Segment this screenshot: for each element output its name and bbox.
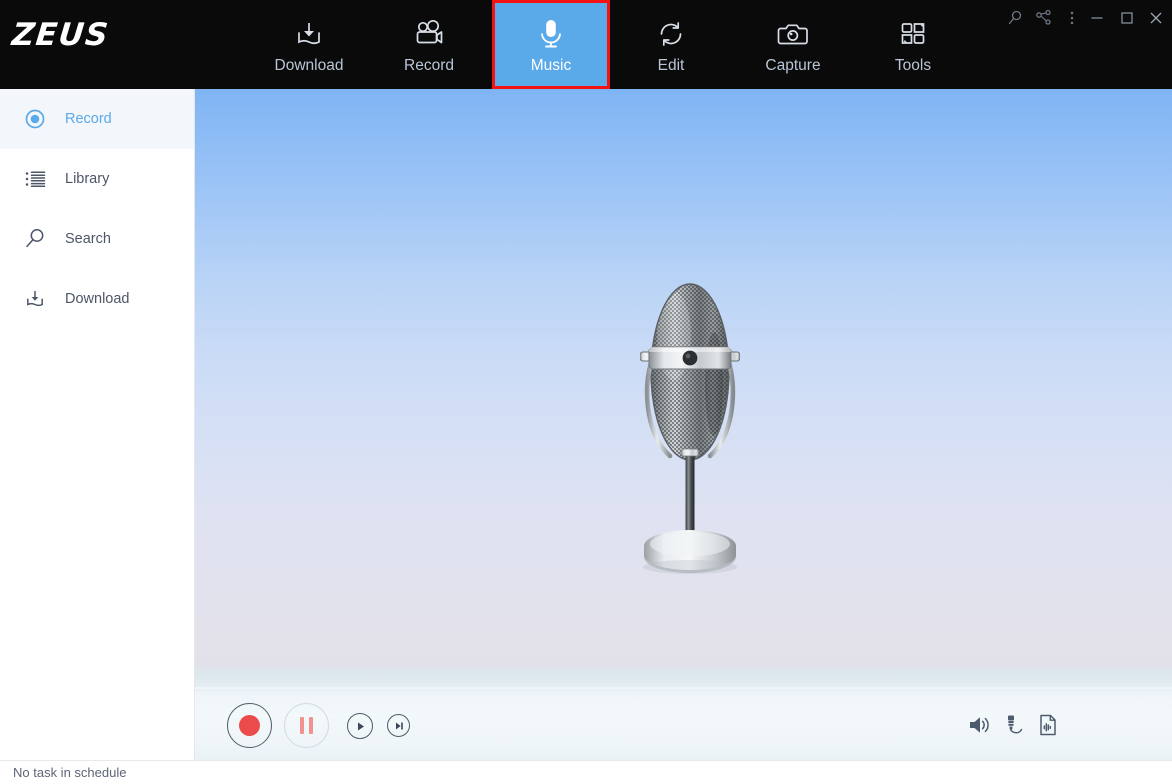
toolbar-tab-download[interactable]: Download (249, 0, 369, 89)
sidebar-item-label: Download (65, 291, 130, 307)
volume-speaker-icon[interactable] (966, 711, 992, 739)
status-message: No task in schedule (13, 765, 127, 780)
download-tray-icon (291, 13, 327, 55)
playback-control-bar (195, 690, 1172, 760)
audio-file-icon[interactable] (1035, 711, 1061, 739)
audio-jack-icon[interactable] (1000, 711, 1026, 739)
sidebar-item-library[interactable]: Library (0, 149, 194, 209)
refresh-convert-icon (653, 13, 689, 55)
toolbar-tab-label: Download (274, 57, 344, 74)
maximize-button[interactable] (1114, 5, 1140, 31)
toolbar-tab-label: Capture (765, 57, 821, 74)
next-track-icon (395, 722, 403, 729)
sidebar-item-label: Search (65, 231, 111, 247)
toolbar-tab-tools[interactable]: Tools (853, 0, 973, 89)
toolbar-tab-label: Music (530, 57, 572, 74)
share-icon[interactable] (1031, 5, 1057, 31)
pause-bar-icon (300, 717, 304, 734)
record-button[interactable] (227, 703, 272, 748)
status-bar: No task in schedule (0, 760, 1172, 784)
toolbar-tab-record[interactable]: Record (369, 0, 489, 89)
sidebar: Record Library Search Download (0, 89, 195, 760)
magnifier-icon (22, 226, 48, 252)
movie-camera-icon (411, 13, 447, 55)
toolbar-tab-label: Tools (894, 57, 932, 74)
toolbar-tab-music[interactable]: Music (492, 0, 610, 89)
play-triangle-icon (357, 722, 364, 730)
sidebar-item-label: Library (65, 171, 110, 187)
microphone-illustration (639, 274, 741, 584)
minimize-button[interactable] (1084, 5, 1110, 31)
microphone-icon (533, 13, 569, 55)
sidebar-item-search[interactable]: Search (0, 209, 194, 269)
app-logo: ZEUS (10, 17, 112, 53)
play-button[interactable] (347, 713, 373, 739)
pause-button[interactable] (284, 703, 329, 748)
sidebar-item-label: Record (65, 111, 112, 127)
list-icon (22, 166, 48, 192)
content-area (195, 89, 1172, 760)
more-menu-icon[interactable] (1059, 5, 1085, 31)
pause-bar-icon (309, 717, 313, 734)
top-toolbar: ZEUS Download Record Music Edit Capture … (0, 0, 1172, 89)
grid-squares-icon (895, 13, 931, 55)
toolbar-tab-capture[interactable]: Capture (733, 0, 853, 89)
toolbar-tab-label: Edit (657, 57, 685, 74)
record-dot-icon (239, 715, 260, 736)
sidebar-item-download[interactable]: Download (0, 269, 194, 329)
next-button[interactable] (387, 714, 410, 737)
toolbar-tab-label: Record (404, 57, 454, 74)
photo-camera-icon (775, 13, 811, 55)
search-icon[interactable] (1002, 5, 1028, 31)
toolbar-tab-edit[interactable]: Edit (611, 0, 731, 89)
record-circle-icon (22, 106, 48, 132)
close-button[interactable] (1143, 5, 1169, 31)
sidebar-item-record[interactable]: Record (0, 89, 194, 149)
download-tray-icon (22, 286, 48, 312)
